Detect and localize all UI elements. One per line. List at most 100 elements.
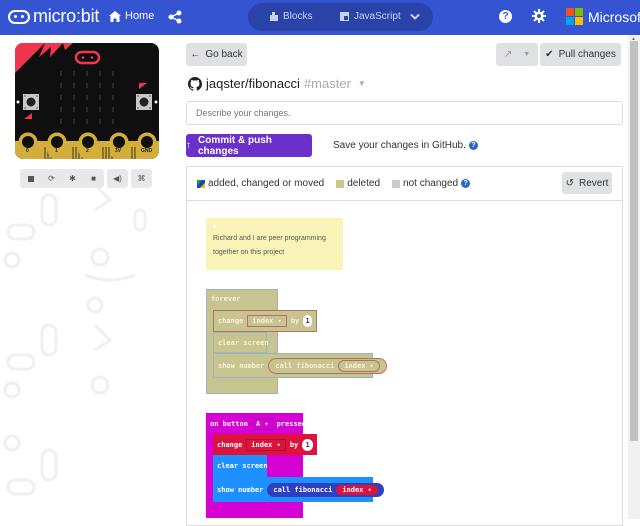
on-button-label: on button (210, 419, 248, 428)
legend-deleted-label: deleted (347, 178, 381, 189)
microsoft-logo-icon (566, 8, 583, 25)
blocks-diff-canvas[interactable]: Richard and I are peer programming toget… (187, 200, 622, 526)
commit-description-input[interactable] (186, 101, 623, 125)
legend-added: added, changed or moved (197, 178, 324, 189)
restart-icon: ⟳ (48, 174, 55, 183)
arrow-left-icon: ← (190, 49, 201, 60)
restart-button[interactable]: ⟳ (41, 169, 62, 188)
home-icon (109, 10, 121, 22)
js-icon (340, 12, 349, 21)
call-fibonacci-reporter: call fibonacci index ▾ (268, 357, 387, 374)
diff-legend: added, changed or moved deleted not chan… (197, 178, 482, 189)
variable-dropdown: index ▾ (246, 438, 286, 451)
tab-blocks[interactable]: Blocks (270, 11, 312, 22)
microsoft-logo[interactable]: Microsoft (566, 8, 640, 25)
button-b (136, 94, 152, 110)
simulator-controls: ⟳ ✱ ■ ◀) ⌘ (20, 169, 152, 188)
pull-changes-button[interactable]: ✔ Pull changes (540, 43, 621, 66)
pin-labels: 0 1 2 3V GND (15, 143, 159, 159)
debug-button[interactable]: ✱ (62, 169, 83, 188)
button-a (23, 94, 39, 110)
pin-label: 0 (26, 148, 29, 154)
background-pattern (3, 185, 147, 496)
screenshot-icon: ■ (91, 174, 96, 183)
go-back-label: Go back (205, 49, 243, 60)
on-button-pressed-hat: on button A ▾ pressed (206, 413, 306, 434)
comment-text: Richard and I are peer programming toget… (213, 235, 326, 256)
github-panel: ← Go back ↗ ▼ ✔ Pull changes jaqster/fib… (185, 35, 628, 526)
brand-name: micro:bit (33, 6, 100, 26)
show-number-block: show number call fibonacci index ▾ (213, 477, 384, 502)
microbit-simulator (15, 43, 159, 159)
share-icon[interactable] (168, 10, 182, 24)
show-number-label: show number (217, 485, 264, 494)
go-back-button[interactable]: ← Go back (186, 43, 247, 66)
tab-javascript[interactable]: JavaScript (340, 11, 401, 22)
help-icon[interactable]: ? (499, 10, 512, 23)
amount-input: 1 (303, 315, 312, 327)
legend-not-changed-label: not changed (403, 178, 459, 189)
clear-screen-block: clear screen (213, 332, 269, 353)
revert-button[interactable]: ↺ Revert (562, 172, 612, 194)
stop-button[interactable] (20, 169, 41, 188)
argument-dropdown: index ▾ (338, 359, 380, 372)
open-repo-button[interactable]: ↗ ▼ (496, 43, 538, 66)
clear-screen-label: clear screen (217, 462, 268, 470)
show-number-block: show number call fibonacci index ▾ (213, 353, 387, 378)
pull-changes-label: Pull changes (558, 49, 616, 60)
microbit-logo-icon (8, 9, 30, 24)
comment-handle-icon (213, 225, 216, 228)
forever-label: forever (211, 295, 241, 303)
pin-label: 1 (55, 148, 58, 154)
mute-button[interactable]: ◀) (107, 169, 128, 188)
commit-push-label: Commit & push changes (198, 134, 272, 157)
fullscreen-icon: ⌘ (137, 174, 146, 183)
caret-down-icon: ▼ (523, 51, 531, 58)
mute-icon: ◀) (113, 174, 122, 183)
mute-group: ◀) (107, 169, 128, 188)
fullscreen-button[interactable]: ⌘ (131, 169, 152, 188)
commit-push-button[interactable]: ↑ Commit & push changes (186, 134, 312, 157)
stop-icon (27, 175, 34, 182)
workspace-comment: Richard and I are peer programming toget… (206, 218, 343, 270)
help-circle-icon[interactable]: ? (461, 179, 471, 188)
pin-label: 3V (115, 148, 122, 154)
arrow-up-icon: ↑ (186, 140, 191, 151)
show-number-label: show number (218, 361, 265, 370)
pin-label: 2 (86, 148, 89, 154)
not-changed-swatch-icon (392, 179, 401, 188)
vertical-scrollbar[interactable]: ▲ (628, 35, 640, 519)
branch-name[interactable]: #master (304, 76, 351, 91)
simulator-pane: 0 1 2 3V GND ⟳ ✱ ■ ◀) ⌘ (0, 35, 185, 519)
tab-blocks-label: Blocks (283, 11, 313, 22)
save-note: Save your changes in GitHub. ? (333, 140, 478, 151)
change-label: change (218, 317, 244, 325)
chevron-down-icon[interactable] (410, 13, 420, 21)
microbit-logo[interactable]: micro:bit (8, 6, 99, 27)
gear-icon[interactable] (532, 9, 546, 23)
editor-toggle: Blocks JavaScript (248, 3, 433, 31)
scrollbar-thumb[interactable] (630, 41, 638, 441)
tab-javascript-label: JavaScript (354, 11, 401, 22)
repo-name[interactable]: jaqster/fibonacci (206, 76, 300, 91)
save-note-text: Save your changes in GitHub. (333, 140, 466, 151)
pin-label: GND (141, 148, 153, 154)
screenshot-button[interactable]: ■ (83, 169, 104, 188)
microbit-board[interactable] (15, 43, 159, 159)
legend-not-changed: not changed? (392, 178, 471, 189)
added-swatch-icon (197, 179, 205, 188)
external-link-icon: ↗ (503, 49, 513, 60)
call-fibonacci-label: call fibonacci (273, 485, 333, 494)
clear-screen-block: clear screen (213, 455, 268, 477)
microbit-logo-touch (74, 50, 101, 65)
legend-added-label: added, changed or moved (208, 178, 325, 189)
top-menu-bar: micro:bit Home Blocks JavaScript ? Micro… (0, 0, 640, 35)
home-button[interactable]: Home (109, 10, 154, 22)
branch-caret-icon[interactable]: ▼ (358, 79, 366, 88)
help-circle-icon[interactable]: ? (468, 141, 478, 150)
diff-panel: added, changed or moved deleted not chan… (186, 166, 623, 526)
change-block: change index ▾ by 1 (213, 434, 317, 455)
legend-deleted: deleted (336, 178, 380, 189)
deleted-swatch-icon (336, 179, 345, 188)
revert-label: Revert (578, 177, 609, 189)
